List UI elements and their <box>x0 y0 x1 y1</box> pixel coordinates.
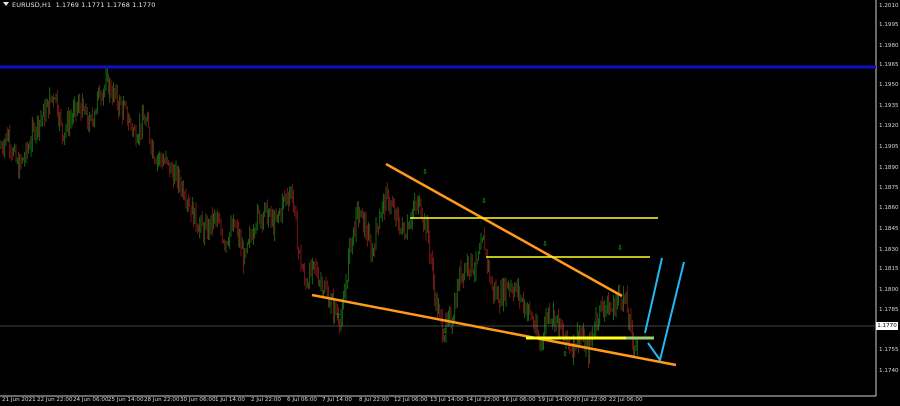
price-tick-label: 1.1875 <box>879 185 899 191</box>
time-tick-label: 20 Jul 22:00 <box>573 397 607 403</box>
time-tick-label: 30 Jun 06:00 <box>180 397 216 403</box>
price-tick-label: 1.1995 <box>879 22 899 28</box>
price-tick-label: 1.1935 <box>879 103 899 109</box>
ohlc-values: 1.1769 1.1771 1.1768 1.1770 <box>55 1 156 9</box>
price-tick-label: 1.1830 <box>879 247 899 253</box>
price-tick-label: 1.1845 <box>879 226 899 232</box>
time-tick-label: 12 Jul 06:00 <box>394 397 428 403</box>
time-tick-label: 13 Jul 14:00 <box>430 397 464 403</box>
price-tick-label: 1.1785 <box>879 307 899 313</box>
price-tick-label: 1.1815 <box>879 266 899 272</box>
lower-trendline[interactable] <box>311 293 677 367</box>
time-tick-label: 21 Jun 2021 <box>2 397 36 403</box>
time-tick-label: 2 Jul 22:00 <box>251 397 281 403</box>
fractal-down-arrow-icon: ⇩ <box>481 197 487 205</box>
time-tick-label: 8 Jul 22:00 <box>359 397 389 403</box>
time-tick-label: 22 Jun 22:00 <box>37 397 73 403</box>
fractal-up-arrow-icon: ⇧ <box>335 312 341 320</box>
time-tick-label: 14 Jul 22:00 <box>466 397 500 403</box>
fractal-down-arrow-icon: ⇩ <box>542 240 548 248</box>
time-tick-label: 28 Jun 22:00 <box>144 397 180 403</box>
time-tick-label: 16 Jul 06:00 <box>502 397 536 403</box>
fractal-down-arrow-icon: ⇩ <box>422 168 428 176</box>
price-tick-label: 1.1905 <box>879 144 899 150</box>
time-tick-label: 22 Jul 06:00 <box>609 397 643 403</box>
dropdown-triangle-icon[interactable] <box>3 2 9 6</box>
price-tick-label: 1.1860 <box>879 205 899 211</box>
price-tick-label: 1.1920 <box>879 123 899 129</box>
time-tick-label: 19 Jul 14:00 <box>538 397 572 403</box>
time-tick-label: 1 Jul 14:00 <box>215 397 245 403</box>
price-tick-label: 1.2010 <box>879 3 899 9</box>
time-tick-label: 24 Jun 06:00 <box>73 397 109 403</box>
forecast-arrow-2[interactable] <box>647 261 685 363</box>
price-plot[interactable]: ⇧ ⇧ ⇧ ⇩ ⇩ ⇩ ⇩ <box>0 0 900 406</box>
price-tick-label: 1.1755 <box>879 347 899 353</box>
chart-window[interactable]: ⇧ ⇧ ⇧ ⇩ ⇩ ⇩ ⇩ EURUSD,H1 1.1769 1.1771 1.1768 1… <box>0 0 900 406</box>
fractal-up-arrow-icon: ⇧ <box>442 327 448 335</box>
symbol-timeframe: EURUSD,H1 <box>12 1 52 9</box>
upper-trendline[interactable] <box>385 162 623 298</box>
price-tick-label: 1.1890 <box>879 165 899 171</box>
price-tick-label: 1.1965 <box>879 62 899 68</box>
symbol-header: EURUSD,H1 1.1769 1.1771 1.1768 1.1770 <box>3 1 155 9</box>
price-tick-label: 1.1800 <box>879 287 899 293</box>
current-price-tag: 1.1770 <box>876 322 898 330</box>
fractal-down-arrow-icon: ⇩ <box>617 244 623 252</box>
price-tick-label: 1.1740 <box>879 368 899 374</box>
time-tick-label: 6 Jul 06:00 <box>287 397 317 403</box>
price-tick-label: 1.1980 <box>879 43 899 49</box>
price-tick-label: 1.1950 <box>879 82 899 88</box>
fractal-up-arrow-icon: ⇧ <box>562 350 568 358</box>
time-tick-label: 7 Jul 14:00 <box>322 397 352 403</box>
time-tick-label: 25 Jun 14:00 <box>108 397 144 403</box>
forecast-arrow-1[interactable] <box>644 257 663 334</box>
